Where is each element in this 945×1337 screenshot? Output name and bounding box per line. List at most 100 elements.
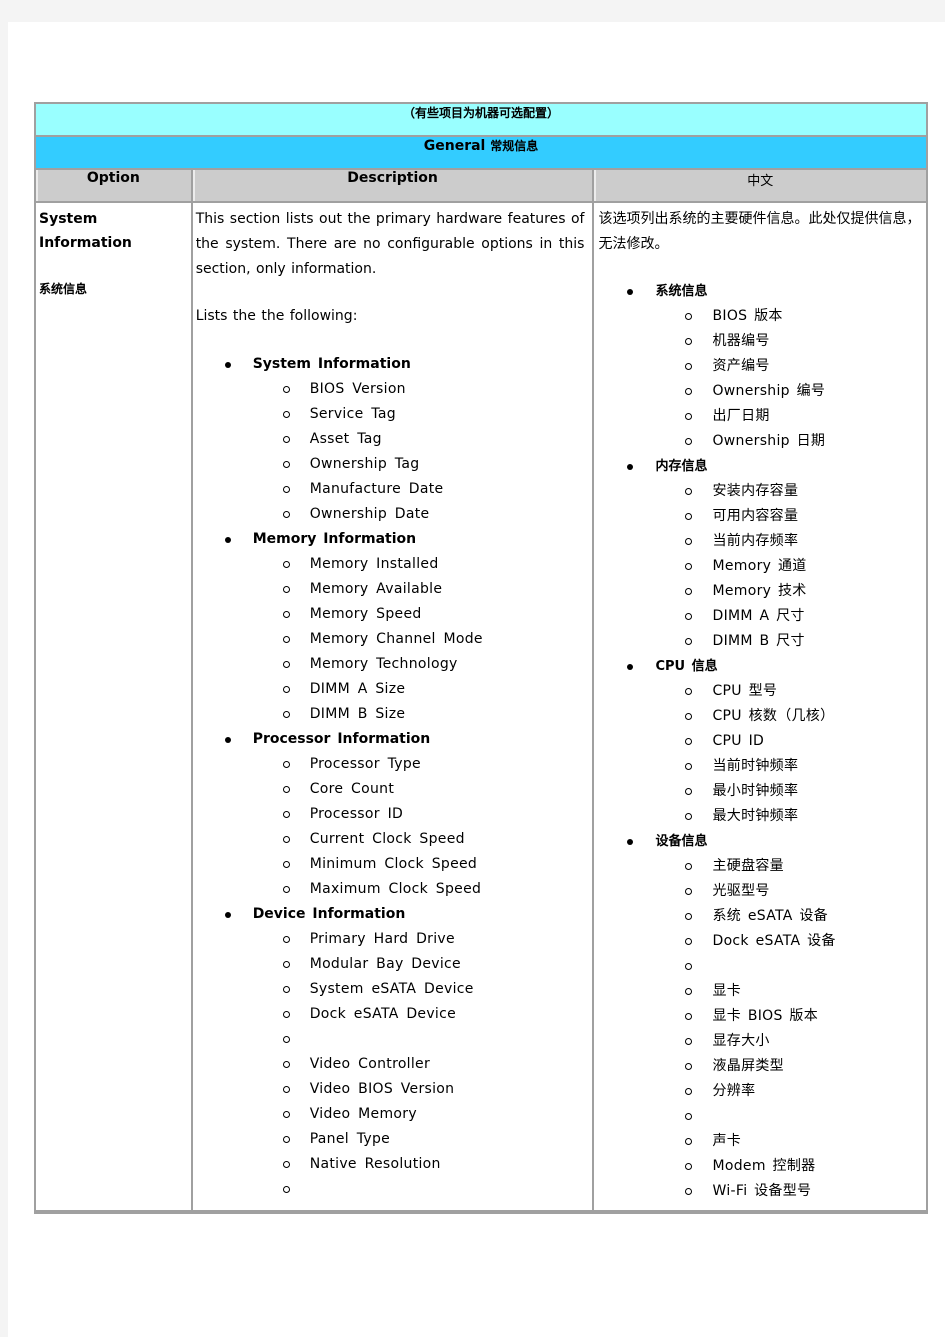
list-item: Memory Speed xyxy=(253,602,585,627)
list-item-text: Memory Technology xyxy=(309,656,458,672)
list-item: CPU 核数（几核） xyxy=(655,704,922,729)
bullet-disc-icon xyxy=(627,839,634,845)
list-item: 显存大小 xyxy=(655,1029,922,1054)
bullet-circle-icon xyxy=(282,1061,290,1068)
bullet-disc-icon xyxy=(627,464,634,470)
header-row: Option Description 中文 xyxy=(36,170,928,203)
list-item-text: CPU 核数（几核） xyxy=(712,708,835,724)
list-item xyxy=(253,1027,585,1052)
section-title: General 常规信息 xyxy=(36,137,928,170)
bullet-circle-icon xyxy=(685,438,693,445)
list-item: 可用内容容量 xyxy=(655,504,922,529)
header-chinese: 中文 xyxy=(594,170,928,203)
bullet-circle-icon xyxy=(685,713,693,720)
option-cell: System Information 系统信息 xyxy=(36,203,193,1212)
list-item-text: 出厂日期 xyxy=(712,408,770,424)
bullet-circle-icon xyxy=(685,363,693,370)
list-item-text: 液晶屏类型 xyxy=(712,1058,784,1074)
group-list-item: 内存信息 安装内存容量 可用内容容量 当前内存频率 Memory 通道 Memory 技术… xyxy=(598,454,922,654)
list-item-text: 机器编号 xyxy=(712,333,770,349)
list-item-text: DIMM A Size xyxy=(309,681,406,697)
bullet-circle-icon xyxy=(282,436,290,443)
bullet-circle-icon xyxy=(685,1013,693,1020)
section-title-zh: 常规信息 xyxy=(490,139,539,153)
list-item: Memory Technology xyxy=(253,652,585,677)
bullet-disc-icon xyxy=(224,362,231,368)
group-label: 系统信息 xyxy=(655,284,708,299)
bullet-circle-icon xyxy=(282,636,290,643)
list-item-text: 最大时钟频率 xyxy=(712,808,799,824)
bullet-circle-icon xyxy=(685,638,693,645)
list-item-text: 显卡 BIOS 版本 xyxy=(712,1008,819,1024)
bullet-circle-icon xyxy=(685,988,693,995)
list-item: Current Clock Speed xyxy=(253,827,585,852)
list-item: CPU 型号 xyxy=(655,679,922,704)
list-item: Ownership Date xyxy=(253,502,585,527)
group-item-list: Primary Hard Drive Modular Bay Device Syst… xyxy=(253,927,585,1202)
list-item-text: 分辨率 xyxy=(712,1083,756,1099)
bullet-circle-icon xyxy=(685,388,693,395)
list-item: Memory Channel Mode xyxy=(253,627,585,652)
list-item: Video Memory xyxy=(253,1102,585,1127)
group-item-list: 主硬盘容量 光驱型号 系统 eSATA 设备 Dock eSATA 设备 显卡 显卡 BI… xyxy=(655,854,922,1204)
bullet-circle-icon xyxy=(685,1038,693,1045)
bullet-circle-icon xyxy=(282,1186,290,1193)
list-item-text: Native Resolution xyxy=(309,1156,441,1172)
note-cell: （有些项目为机器可选配置） xyxy=(36,104,928,137)
list-item: 声卡 xyxy=(655,1129,922,1154)
document-page: （有些项目为机器可选配置） General 常规信息 Option Descri… xyxy=(8,22,945,1337)
bullet-circle-icon xyxy=(685,938,693,945)
list-item: Processor ID xyxy=(253,802,585,827)
option-title: System Information xyxy=(39,211,132,251)
list-item-text: Dock eSATA Device xyxy=(309,1006,457,1022)
note-row: （有些项目为机器可选配置） xyxy=(36,104,928,137)
bullet-circle-icon xyxy=(685,1088,693,1095)
chinese-intro: 该选项列出系统的主要硬件信息。此处仅提供信息，无法修改。 xyxy=(598,211,921,252)
bullet-circle-icon xyxy=(282,961,290,968)
list-item: DIMM B Size xyxy=(253,702,585,727)
list-item: 光驱型号 xyxy=(655,879,922,904)
list-item-text: Memory 通道 xyxy=(712,558,807,574)
bullet-circle-icon xyxy=(282,936,290,943)
list-item-text: Manufacture Date xyxy=(309,481,444,497)
list-item: Dock eSATA Device xyxy=(253,1002,585,1027)
list-item-text: Memory 技术 xyxy=(712,583,807,599)
description-intro: This section lists out the primary hardw… xyxy=(195,211,585,277)
list-item-text: BIOS 版本 xyxy=(712,308,783,324)
bullet-circle-icon xyxy=(685,313,693,320)
list-item: Manufacture Date xyxy=(253,477,585,502)
list-item: 显卡 BIOS 版本 xyxy=(655,1004,922,1029)
list-item-text: Maximum Clock Speed xyxy=(309,881,482,897)
chinese-cell: 该选项列出系统的主要硬件信息。此处仅提供信息，无法修改。 系统信息 BIOS 版本… xyxy=(594,203,928,1212)
bullet-circle-icon xyxy=(685,413,693,420)
bullet-circle-icon xyxy=(685,338,693,345)
table-row: System Information 系统信息 This section lis… xyxy=(36,203,928,1212)
bullet-circle-icon xyxy=(282,586,290,593)
list-item: 安装内存容量 xyxy=(655,479,922,504)
bullet-circle-icon xyxy=(685,763,693,770)
list-item-text: System eSATA Device xyxy=(309,981,474,997)
group-label: Memory Information xyxy=(252,531,417,547)
list-item: 资产编号 xyxy=(655,354,922,379)
list-item: 主硬盘容量 xyxy=(655,854,922,879)
bullet-circle-icon xyxy=(685,1138,693,1145)
group-label: Processor Information xyxy=(252,731,431,747)
group-list-item: Processor Information Processor Type Core … xyxy=(196,727,585,902)
list-item-text: Processor Type xyxy=(309,756,421,772)
bullet-circle-icon xyxy=(282,786,290,793)
list-item: BIOS 版本 xyxy=(655,304,922,329)
bullet-circle-icon xyxy=(282,711,290,718)
bullet-circle-icon xyxy=(282,886,290,893)
bullet-circle-icon xyxy=(282,486,290,493)
bullet-circle-icon xyxy=(282,661,290,668)
bullet-circle-icon xyxy=(685,788,693,795)
group-label: 设备信息 xyxy=(655,834,708,849)
bullet-circle-icon xyxy=(685,863,693,870)
bullet-circle-icon xyxy=(685,1163,693,1170)
group-list-item: System Information BIOS Version Service Ta… xyxy=(196,352,585,527)
group-label: 内存信息 xyxy=(655,459,708,474)
header-option: Option xyxy=(36,170,193,203)
list-item: Modem 控制器 xyxy=(655,1154,922,1179)
group-item-list: Processor Type Core Count Processor ID Curr… xyxy=(253,752,585,902)
list-item-text: Ownership Date xyxy=(309,506,430,522)
